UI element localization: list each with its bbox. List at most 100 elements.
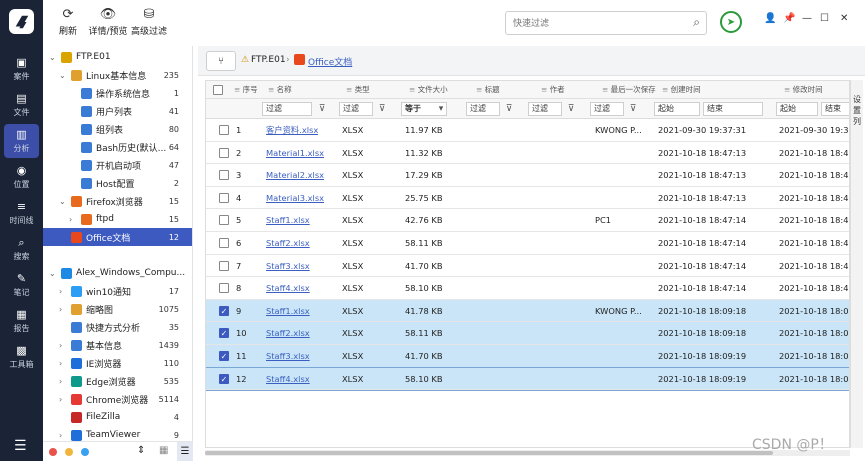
breadcrumb-root[interactable]: FTP.E01 — [251, 55, 286, 65]
send-icon[interactable]: ➤ — [720, 11, 742, 33]
row-checkbox[interactable]: ✓ — [219, 305, 229, 316]
column-header[interactable]: ≡ 文件大小 — [409, 81, 448, 99]
close-icon[interactable]: ✕ — [840, 13, 848, 24]
grid-view-icon[interactable]: ▦ — [159, 445, 168, 456]
row-checkbox[interactable] — [219, 260, 229, 271]
chevron-right-icon[interactable]: › — [59, 395, 62, 404]
table-row[interactable]: 8 Staff4.xlsx XLSX 58.10 KB 2021-10-18 18:47… — [206, 277, 849, 300]
table-row[interactable]: 2 Material1.xlsx XLSX 11.32 KB 2021-10-18 18… — [206, 141, 849, 165]
filter-icon[interactable]: ⊽ — [376, 102, 388, 116]
split-icon[interactable]: ⇕ — [137, 445, 145, 456]
row-checkbox[interactable]: ✓ — [219, 373, 229, 384]
filter-icon[interactable]: ⊽ — [503, 102, 515, 116]
file-name-link[interactable]: Staff3.xlsx — [266, 255, 310, 277]
chevron-right-icon[interactable]: › — [59, 341, 62, 350]
tree-item[interactable]: › ftpd 15 — [43, 210, 192, 228]
nav-item-search[interactable]: ⌕ 搜索 — [0, 232, 43, 266]
table-row[interactable]: 7 Staff3.xlsx XLSX 41.70 KB 2021-10-18 18:47… — [206, 254, 849, 278]
row-checkbox[interactable] — [219, 170, 229, 181]
filter-title-input[interactable]: 过滤 — [466, 102, 500, 116]
nav-item-timeline[interactable]: ≡ 时间线 — [0, 196, 43, 230]
file-name-link[interactable]: Material1.xlsx — [266, 142, 324, 164]
tree-item[interactable]: › TeamViewer 9 — [43, 426, 192, 441]
filter-name-input[interactable]: 过滤 — [262, 102, 312, 116]
breadcrumb-current[interactable]: Office文档 — [308, 55, 352, 68]
filter-icon[interactable]: ⊽ — [627, 102, 639, 116]
branch-button[interactable]: ⑂ — [206, 51, 236, 71]
filter-icon[interactable]: ⊽ — [565, 102, 577, 116]
tree-item[interactable]: ⌄ Linux基本信息 235 — [43, 66, 192, 84]
file-name-link[interactable]: Staff2.xlsx — [266, 322, 310, 344]
tree-item[interactable]: Office文档 12 — [43, 228, 192, 246]
file-name-link[interactable]: Staff4.xlsx — [266, 277, 310, 299]
chevron-right-icon[interactable]: › — [59, 431, 62, 440]
column-header[interactable]: ≡ 标题 — [476, 81, 500, 99]
file-name-link[interactable]: Material3.xlsx — [266, 187, 324, 209]
file-name-link[interactable]: Material2.xlsx — [266, 164, 324, 186]
tree-item[interactable]: Bash历史(默认... 64 — [43, 138, 192, 156]
file-name-link[interactable]: Staff4.xlsx — [266, 368, 310, 390]
column-header[interactable]: ≡ 类型 — [346, 81, 370, 99]
table-row[interactable]: ✓ 10 Staff2.xlsx XLSX 58.11 KB 2021-10-18 18:… — [206, 322, 849, 345]
pin-icon[interactable]: 📌 — [783, 13, 795, 24]
tree-item[interactable]: › Chrome浏览器 5114 — [43, 390, 192, 408]
nav-item-chart[interactable]: ▥ 分析 — [4, 124, 39, 158]
tree-item[interactable]: 操作系统信息 1 — [43, 84, 192, 102]
tree-item[interactable]: Host配置 2 — [43, 174, 192, 192]
table-row[interactable]: 1 客户资料.xlsx XLSX 11.97 KB KWONG P... 2021-09-… — [206, 119, 849, 142]
filter-mtime-start-input[interactable]: 起始 — [776, 102, 818, 116]
scrollbar-thumb[interactable] — [205, 451, 773, 455]
tree-item[interactable]: ⌄ Firefox浏览器 15 — [43, 192, 192, 210]
dropdown-icon[interactable]: ▾ — [435, 102, 447, 116]
nav-item-folder[interactable]: ▣ 案件 — [0, 52, 43, 86]
nav-item-toolbox[interactable]: ▩ 工具箱 — [0, 340, 43, 374]
row-checkbox[interactable] — [219, 238, 229, 248]
tree-item[interactable]: › Edge浏览器 535 — [43, 372, 192, 390]
select-all-checkbox[interactable] — [213, 85, 223, 95]
tree-item[interactable]: 用户列表 41 — [43, 102, 192, 120]
list-view-icon[interactable]: ☰ — [177, 442, 193, 461]
advanced-filter-button[interactable]: ⛁ 高级过滤 — [127, 6, 171, 37]
table-row[interactable]: 3 Material2.xlsx XLSX 17.29 KB 2021-10-18 18… — [206, 164, 849, 187]
file-name-link[interactable]: Staff3.xlsx — [266, 345, 310, 367]
table-row[interactable]: 6 Staff2.xlsx XLSX 58.11 KB 2021-10-18 18:47… — [206, 232, 849, 255]
chevron-down-icon[interactable]: ⌄ — [49, 269, 56, 278]
tree-item[interactable]: FileZilla 4 — [43, 408, 192, 426]
filter-ctime-end-input[interactable]: 结束 — [703, 102, 763, 116]
chevron-right-icon[interactable]: › — [59, 359, 62, 368]
row-checkbox[interactable] — [219, 215, 229, 226]
chevron-down-icon[interactable]: ⌄ — [59, 71, 66, 80]
preview-button[interactable]: 👁 详情/预览 — [86, 6, 130, 37]
filter-author-input[interactable]: 过滤 — [528, 102, 562, 116]
tree-item[interactable]: › win10通知 17 — [43, 282, 192, 300]
chevron-right-icon[interactable]: › — [59, 287, 62, 296]
filter-type-input[interactable]: 过滤 — [339, 102, 373, 116]
chevron-right-icon[interactable]: › — [69, 215, 72, 224]
quick-filter-input[interactable] — [513, 16, 683, 31]
tree-item[interactable]: › 基本信息 1439 — [43, 336, 192, 354]
file-name-link[interactable]: Staff1.xlsx — [266, 209, 310, 231]
tree-item[interactable]: 组列表 80 — [43, 120, 192, 138]
nav-item-location[interactable]: ◉ 位置 — [0, 160, 43, 194]
minimize-icon[interactable]: — — [802, 13, 812, 24]
file-name-link[interactable]: Staff2.xlsx — [266, 232, 310, 254]
nav-item-note[interactable]: ✎ 笔记 — [0, 268, 43, 302]
table-row[interactable]: ✓ 11 Staff3.xlsx XLSX 41.70 KB 2021-10-18 18:… — [206, 345, 849, 368]
search-icon[interactable]: ⌕ — [693, 15, 700, 30]
column-header[interactable]: ≡ 名称 — [268, 81, 292, 99]
row-checkbox[interactable] — [219, 147, 229, 158]
filter-saver-input[interactable]: 过滤 — [590, 102, 624, 116]
user-icon[interactable]: 👤 — [764, 13, 776, 24]
column-header[interactable]: ≡ 作者 — [541, 81, 565, 99]
tree-item[interactable]: › IE浏览器 110 — [43, 354, 192, 372]
table-row[interactable]: ✓ 9 Staff1.xlsx XLSX 41.78 KB KWONG P... 2021-… — [206, 299, 849, 323]
column-header[interactable]: ≡ 创建时间 — [662, 81, 701, 99]
row-checkbox[interactable] — [219, 192, 229, 203]
tree-item[interactable]: ⌄ FTP.E01 — [43, 48, 192, 66]
row-checkbox[interactable] — [219, 125, 229, 135]
column-settings-panel[interactable]: 设置列 — [850, 80, 863, 448]
tree-item[interactable]: 快捷方式分析 35 — [43, 318, 192, 336]
row-checkbox[interactable]: ✓ — [219, 328, 229, 339]
chevron-down-icon[interactable]: ⌄ — [59, 197, 66, 206]
chevron-right-icon[interactable]: › — [59, 305, 62, 314]
